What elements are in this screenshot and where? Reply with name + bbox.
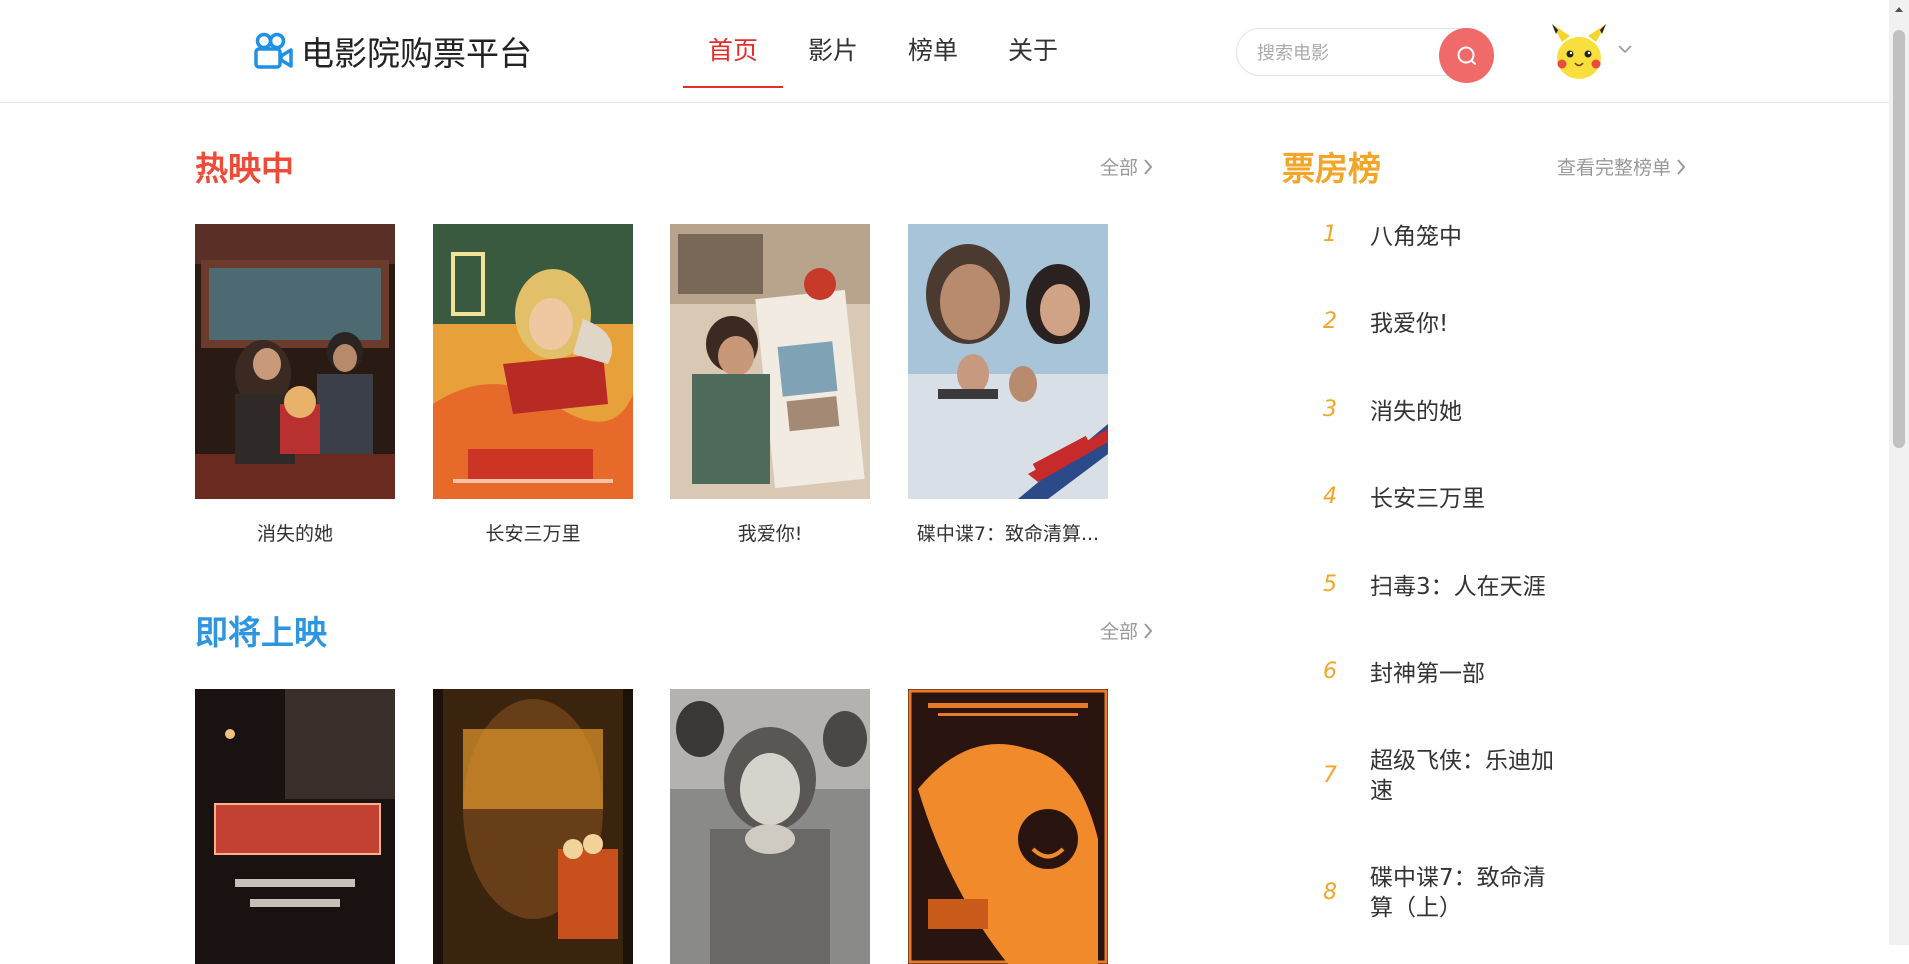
movie-card[interactable]: 长安三万里 [433, 224, 633, 546]
logo-title: 电影院购票平台 [301, 34, 532, 73]
movie-poster[interactable] [433, 689, 633, 964]
movie-camera-icon [254, 32, 293, 69]
rank-number: 8 [1323, 880, 1337, 905]
vertical-scrollbar[interactable] [1889, 0, 1909, 945]
now-showing-more-link[interactable]: 全部 [1100, 153, 1153, 180]
now-showing-title: 热映中 [195, 149, 294, 188]
chevron-right-icon [1677, 158, 1686, 175]
movie-card[interactable]: 碟中谍7：致命清算... [908, 224, 1108, 546]
rank-number: 5 [1323, 572, 1337, 597]
box-office-title: 票房榜 [1282, 149, 1381, 188]
rank-number: 7 [1323, 763, 1337, 788]
chevron-right-icon [1144, 158, 1153, 175]
more-link-label: 查看完整榜单 [1557, 157, 1672, 179]
search-input[interactable] [1255, 38, 1419, 68]
movie-title[interactable]: 消失的她 [195, 519, 395, 546]
rank-number: 3 [1323, 397, 1337, 422]
movie-title[interactable]: 碟中谍7：致命清算... [908, 519, 1108, 546]
top-header: 电影院购票平台 首页 影片 榜单 关于 [0, 0, 1889, 103]
main-nav: 首页 影片 榜单 关于 [683, 0, 1083, 102]
rank-number: 2 [1323, 309, 1337, 334]
movie-poster[interactable] [195, 224, 395, 499]
rank-movie-name[interactable]: 碟中谍7：致命清算（上） [1370, 863, 1560, 923]
movie-poster[interactable] [908, 224, 1108, 499]
movie-card[interactable] [670, 689, 870, 964]
movie-title[interactable]: 长安三万里 [433, 519, 633, 546]
movie-card[interactable]: 消失的她 [195, 224, 395, 546]
nav-item-rankings[interactable]: 榜单 [883, 0, 983, 102]
rank-movie-name[interactable]: 扫毒3：人在天涯 [1370, 572, 1560, 602]
rank-number: 6 [1323, 659, 1337, 684]
nav-item-home[interactable]: 首页 [683, 0, 783, 102]
rank-movie-name[interactable]: 长安三万里 [1370, 484, 1560, 514]
movie-poster[interactable] [670, 689, 870, 964]
movie-poster[interactable] [433, 224, 633, 499]
movie-card[interactable] [195, 689, 395, 964]
movie-poster[interactable] [908, 689, 1108, 964]
movie-title[interactable]: 我爱你! [670, 519, 870, 546]
coming-soon-more-link[interactable]: 全部 [1100, 617, 1153, 644]
movie-card[interactable]: 我爱你! [670, 224, 870, 546]
rank-movie-name[interactable]: 消失的她 [1370, 397, 1560, 427]
more-link-label: 全部 [1100, 621, 1139, 643]
movie-poster[interactable] [670, 224, 870, 499]
movie-card[interactable] [908, 689, 1108, 964]
scroll-up-arrow-icon[interactable] [1889, 0, 1909, 18]
box-office-more-link[interactable]: 查看完整榜单 [1557, 153, 1686, 180]
nav-item-about[interactable]: 关于 [983, 0, 1083, 102]
scrollbar-thumb[interactable] [1893, 30, 1905, 448]
more-link-label: 全部 [1100, 157, 1139, 179]
movie-poster[interactable] [195, 689, 395, 964]
rank-number: 1 [1323, 222, 1337, 247]
rank-movie-name[interactable]: 封神第一部 [1370, 659, 1560, 689]
nav-item-movies[interactable]: 影片 [783, 0, 883, 102]
search-icon [1457, 46, 1476, 65]
chevron-right-icon [1144, 622, 1153, 639]
coming-soon-title: 即将上映 [195, 613, 327, 652]
movie-card[interactable] [433, 689, 633, 964]
chevron-down-icon[interactable] [1616, 42, 1634, 56]
rank-movie-name[interactable]: 我爱你! [1370, 309, 1560, 339]
rank-movie-name[interactable]: 超级飞侠：乐迪加速 [1370, 746, 1560, 806]
avatar[interactable] [1548, 22, 1610, 84]
rank-movie-name[interactable]: 八角笼中 [1370, 222, 1560, 252]
rank-number: 4 [1323, 484, 1337, 509]
logo[interactable]: 电影院购票平台 [253, 28, 532, 74]
search-button[interactable] [1439, 28, 1494, 83]
